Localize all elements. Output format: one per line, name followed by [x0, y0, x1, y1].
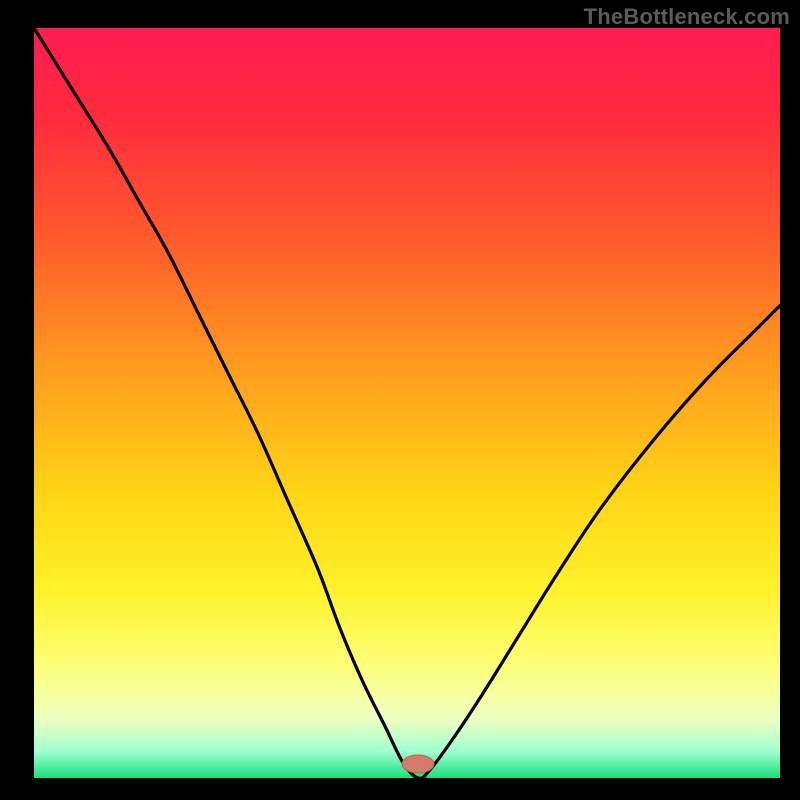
chart-frame: TheBottleneck.com — [0, 0, 800, 800]
plot-background — [34, 28, 780, 778]
optimal-marker — [402, 755, 434, 773]
bottleneck-chart — [0, 0, 800, 800]
watermark-text: TheBottleneck.com — [584, 4, 790, 30]
